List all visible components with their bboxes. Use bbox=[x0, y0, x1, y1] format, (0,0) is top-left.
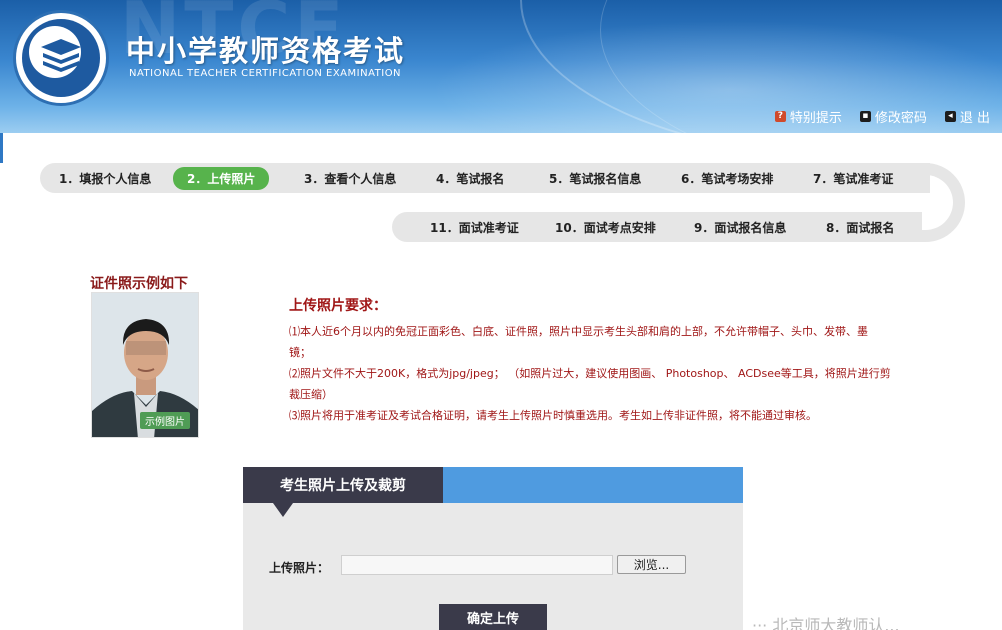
step-5-written-register-info[interactable]: 5．笔试报名信息 bbox=[549, 170, 641, 187]
logout-label: 退 出 bbox=[959, 111, 990, 126]
step-4-written-register[interactable]: 4．笔试报名 bbox=[436, 170, 504, 187]
sample-title: 证件照示例如下 bbox=[90, 276, 188, 292]
left-accent-bar bbox=[0, 133, 3, 163]
step-2-upload-photo[interactable]: 2．上传照片 bbox=[173, 167, 270, 190]
upload-panel-title: 考生照片上传及裁剪 bbox=[243, 467, 443, 503]
step-3-view-info[interactable]: 3．查看个人信息 bbox=[304, 170, 396, 187]
confirm-upload-button[interactable]: 确定上传 bbox=[439, 604, 547, 630]
book-icon bbox=[41, 39, 81, 72]
step-8-interview-register[interactable]: 8．面试报名 bbox=[826, 219, 894, 236]
requirement-line: ⑶照片将用于准考证及考试合格证明，请考生上传照片时慎重选用。考生如上传非证件照，… bbox=[289, 409, 817, 422]
key-icon: ▪ bbox=[859, 111, 871, 122]
photo-requirements: 上传照片要求： ⑴本人近6个月以内的免冠正面彩色、白底、证件照，照片中显示考生头… bbox=[289, 295, 929, 426]
exit-icon: ◂ bbox=[944, 111, 956, 122]
special-tips-link[interactable]: ? 特别提示 bbox=[774, 107, 842, 126]
bottom-watermark: ··· 北京师大教师认... bbox=[752, 616, 900, 630]
tip-icon: ? bbox=[774, 111, 786, 122]
change-password-label: 修改密码 bbox=[874, 111, 927, 126]
step-1-personal-info[interactable]: 1．填报个人信息 bbox=[59, 170, 151, 187]
requirement-line: ⑵照片文件不大于200K，格式为jpg/jpeg； （如照片过大，建议使用图画、… bbox=[289, 367, 891, 380]
upload-panel-header: 考生照片上传及裁剪 bbox=[243, 467, 743, 517]
page: NTCE 中小学教师资格考试 NATIONAL TEACHER CERTIFIC… bbox=[0, 0, 1002, 630]
logout-link[interactable]: ◂ 退 出 bbox=[944, 107, 990, 126]
browse-button[interactable]: 浏览... bbox=[617, 555, 686, 574]
special-tips-label: 特别提示 bbox=[789, 111, 842, 126]
step-9-interview-register-info[interactable]: 9．面试报名信息 bbox=[694, 219, 786, 236]
sample-badge: 示例图片 bbox=[140, 412, 190, 429]
sample-id-photo: 示例图片 bbox=[91, 292, 199, 438]
change-password-link[interactable]: ▪ 修改密码 bbox=[859, 107, 927, 126]
top-links: ? 特别提示 ▪ 修改密码 ◂ 退 出 bbox=[774, 107, 990, 126]
site-header: NTCE 中小学教师资格考试 NATIONAL TEACHER CERTIFIC… bbox=[0, 0, 1002, 133]
requirement-line: 镜； bbox=[289, 346, 311, 359]
step-11-interview-admission[interactable]: 11．面试准考证 bbox=[430, 219, 519, 236]
upload-panel: 考生照片上传及裁剪 上传照片： 浏览... 确定上传 bbox=[243, 467, 743, 630]
upload-photo-label: 上传照片： bbox=[269, 561, 330, 575]
upload-file-input[interactable] bbox=[341, 555, 613, 575]
step-10-interview-site[interactable]: 10．面试考点安排 bbox=[555, 219, 656, 236]
requirement-line: 裁压缩） bbox=[289, 388, 333, 401]
step-track: 1．填报个人信息 2．上传照片 3．查看个人信息 4．笔试报名 5．笔试报名信息… bbox=[40, 163, 965, 243]
step-7-written-admission[interactable]: 7．笔试准考证 bbox=[813, 170, 893, 187]
step-6-written-exam-room[interactable]: 6．笔试考场安排 bbox=[681, 170, 773, 187]
ntce-logo bbox=[13, 10, 109, 106]
panel-tab-pointer bbox=[273, 503, 293, 517]
requirements-title: 上传照片要求： bbox=[289, 298, 387, 314]
requirement-line: ⑴本人近6个月以内的免冠正面彩色、白底、证件照，照片中显示考生头部和肩的上部，不… bbox=[289, 325, 868, 338]
site-subtitle: NATIONAL TEACHER CERTIFICATION EXAMINATI… bbox=[129, 68, 402, 79]
site-title: 中小学教师资格考试 bbox=[126, 34, 406, 68]
